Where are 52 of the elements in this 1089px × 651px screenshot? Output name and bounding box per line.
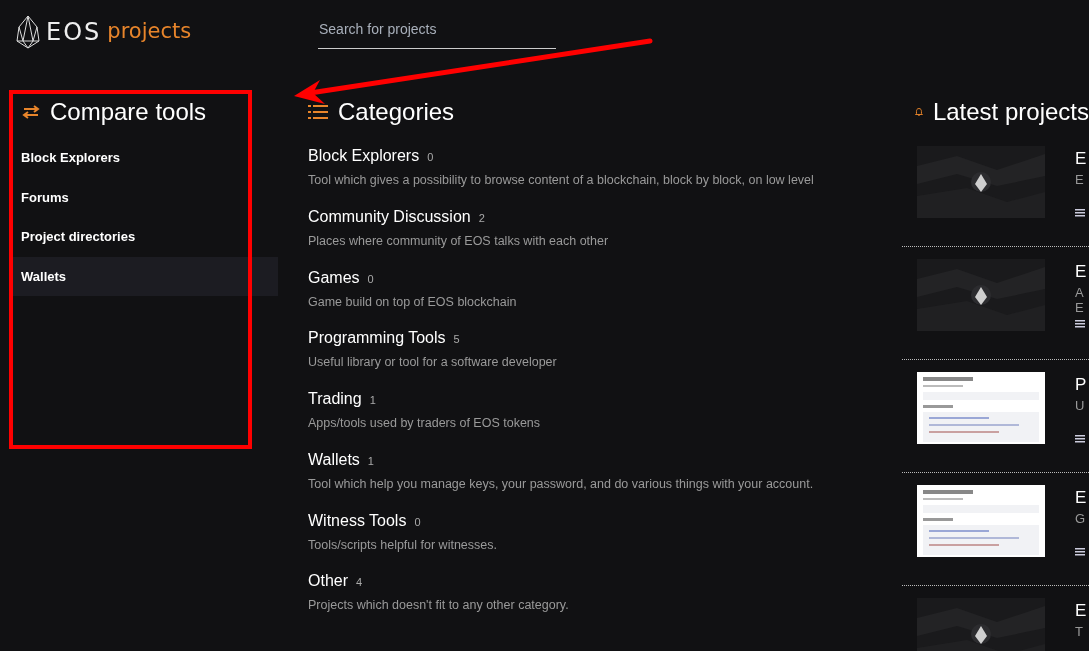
sidebar-item[interactable]: Forums <box>10 177 278 217</box>
category-count: 0 <box>427 151 434 163</box>
project-title[interactable]: E <box>1075 146 1087 172</box>
category-count: 1 <box>367 454 374 467</box>
brand-suffix: projects <box>107 18 192 46</box>
category-description: Apps/tools used by traders of EOS tokens <box>308 415 542 432</box>
category-link[interactable]: Wallets <box>308 450 360 468</box>
category-description: Projects which doesn't fit to any other category. <box>308 597 570 615</box>
project-description: T <box>1075 623 1084 640</box>
category-count: 2 <box>478 211 485 224</box>
category-link[interactable]: Trading <box>308 390 362 407</box>
list-icon <box>308 104 328 120</box>
category-link[interactable]: Programming Tools <box>308 329 446 347</box>
section-heading: Latest projects <box>932 97 1089 127</box>
project-description: E <box>1075 171 1085 188</box>
category-description: Tool which gives a possibility to browse content of a blockchain, block by block, on low level <box>308 172 815 189</box>
list-icon <box>1075 209 1085 218</box>
category-count: 0 <box>414 515 421 528</box>
project-description: U <box>1075 397 1086 414</box>
category-description: Useful library or tool for a software developer <box>308 354 558 372</box>
category-link[interactable]: Witness Tools <box>308 511 407 529</box>
category-description: Game build on top of EOS blockchain <box>308 293 518 311</box>
list-icon <box>1075 319 1085 328</box>
category-description: Tool which help you manage keys, your password, and do various things with your account. <box>308 475 815 493</box>
project-description: G <box>1075 510 1087 527</box>
category-description: Places where community of EOS talks with each other <box>308 232 610 250</box>
project-title[interactable]: P <box>1075 372 1087 398</box>
category-link[interactable]: Other <box>308 572 348 590</box>
list-icon <box>1075 435 1085 444</box>
brand-name: EOS <box>46 17 102 48</box>
category-link[interactable]: Block Explorers <box>308 147 420 164</box>
project-title[interactable]: E <box>1075 598 1087 624</box>
category-count: 1 <box>369 394 376 406</box>
sidebar-item[interactable]: Project directories <box>10 217 278 257</box>
category-link[interactable]: Games <box>308 268 360 286</box>
category-count: 5 <box>453 333 460 346</box>
project-description: A <box>1075 284 1085 301</box>
logo-icon <box>16 15 40 49</box>
section-heading: Categories <box>338 97 455 127</box>
list-icon <box>1075 548 1085 557</box>
project-description: E <box>1075 300 1085 316</box>
project-title[interactable]: E <box>1075 259 1087 285</box>
section-heading: Compare tools <box>50 97 207 127</box>
category-count: 0 <box>367 272 374 285</box>
project-title[interactable]: E <box>1075 485 1087 511</box>
category-count: 4 <box>356 576 363 589</box>
category-description: Tools/scripts helpful for witnesses. <box>308 536 498 554</box>
category-link[interactable]: Community Discussion <box>308 207 471 225</box>
sidebar-item[interactable]: Wallets <box>10 256 278 296</box>
sidebar-item[interactable]: Block Explorers <box>10 138 278 178</box>
search-field[interactable]: Search for projects <box>318 15 556 49</box>
swap-arrows-icon <box>22 105 40 119</box>
